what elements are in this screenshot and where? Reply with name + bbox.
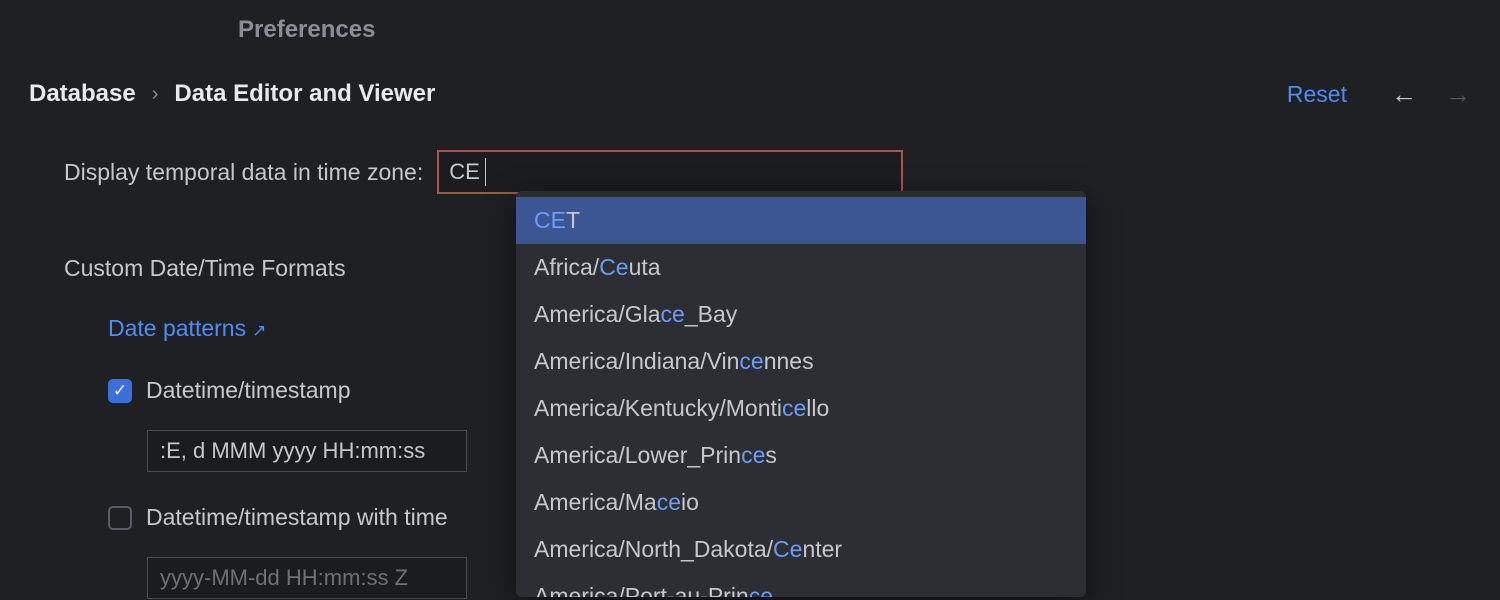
- nav-arrows: ← →: [1391, 81, 1471, 107]
- text-caret: [485, 158, 486, 186]
- custom-formats-title: Custom Date/Time Formats: [64, 255, 346, 282]
- timezone-input[interactable]: [449, 159, 891, 185]
- timezone-option[interactable]: America/Kentucky/Monticello: [516, 385, 1086, 432]
- datetime-tz-checkbox[interactable]: [108, 506, 132, 530]
- nav-forward-icon: →: [1445, 81, 1471, 107]
- timezone-option[interactable]: America/Lower_Princes: [516, 432, 1086, 479]
- timezone-option[interactable]: America/Port-au-Prince: [516, 573, 1086, 597]
- datetime-checkbox-row: ✓ Datetime/timestamp: [108, 377, 351, 404]
- datetime-format-input[interactable]: :E, d MMM yyyy HH:mm:ss: [147, 430, 467, 472]
- datetime-tz-checkbox-row: Datetime/timestamp with time: [108, 504, 448, 531]
- timezone-option[interactable]: Africa/Ceuta: [516, 244, 1086, 291]
- datetime-tz-format-input[interactable]: yyyy-MM-dd HH:mm:ss Z: [147, 557, 467, 599]
- reset-button[interactable]: Reset: [1287, 81, 1347, 108]
- breadcrumb-data-editor: Data Editor and Viewer: [174, 80, 435, 108]
- datetime-tz-checkbox-label: Datetime/timestamp with time: [146, 504, 448, 531]
- breadcrumb-separator: ›: [152, 83, 159, 106]
- breadcrumb-database[interactable]: Database: [29, 80, 136, 108]
- breadcrumb: Database › Data Editor and Viewer Reset …: [29, 80, 1471, 108]
- timezone-option[interactable]: America/North_Dakota/Center: [516, 526, 1086, 573]
- preferences-title: Preferences: [238, 16, 375, 44]
- timezone-input-wrap[interactable]: [437, 150, 903, 194]
- timezone-label: Display temporal data in time zone:: [64, 159, 423, 186]
- datetime-checkbox-label: Datetime/timestamp: [146, 377, 351, 404]
- timezone-option[interactable]: America/Indiana/Vincennes: [516, 338, 1086, 385]
- date-patterns-link[interactable]: Date patterns ↗: [108, 315, 266, 342]
- timezone-option[interactable]: America/Maceio: [516, 479, 1086, 526]
- timezone-option[interactable]: America/Glace_Bay: [516, 291, 1086, 338]
- timezone-option[interactable]: CET: [516, 197, 1086, 244]
- timezone-dropdown: CETAfrica/CeutaAmerica/Glace_BayAmerica/…: [516, 191, 1086, 597]
- nav-back-icon[interactable]: ←: [1391, 81, 1417, 107]
- datetime-checkbox[interactable]: ✓: [108, 379, 132, 403]
- date-patterns-link-text: Date patterns: [108, 315, 246, 341]
- timezone-setting-row: Display temporal data in time zone:: [64, 150, 903, 194]
- external-link-icon: ↗: [252, 321, 266, 340]
